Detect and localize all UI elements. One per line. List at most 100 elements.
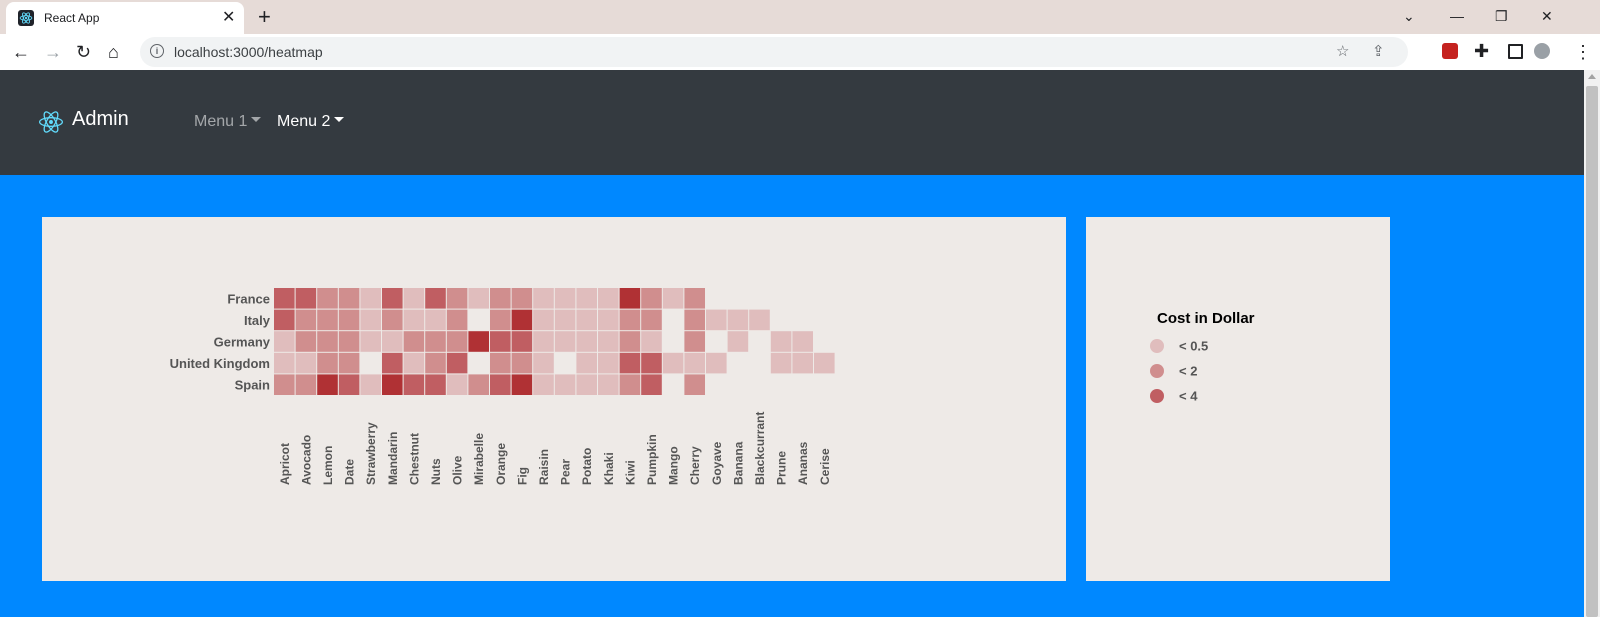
heatmap-cell[interactable] xyxy=(425,374,446,395)
heatmap-cell[interactable] xyxy=(619,352,641,374)
heatmap-cell[interactable] xyxy=(619,374,641,395)
heatmap-cell[interactable] xyxy=(338,374,360,395)
heatmap-cell[interactable] xyxy=(446,331,468,352)
heatmap-cell[interactable] xyxy=(598,288,619,309)
heatmap-cell[interactable] xyxy=(770,331,792,352)
browser-tab[interactable]: React App ✕ xyxy=(6,2,244,34)
restore-icon[interactable]: ❐ xyxy=(1495,6,1508,26)
heatmap-cell[interactable] xyxy=(490,288,511,309)
heatmap-cell[interactable] xyxy=(317,352,338,374)
heatmap-cell[interactable] xyxy=(554,374,576,395)
heatmap-cell[interactable] xyxy=(511,288,533,309)
heatmap-cell[interactable] xyxy=(792,331,813,352)
heatmap-cell[interactable] xyxy=(533,288,554,309)
heatmap-cell[interactable] xyxy=(511,331,533,352)
reload-icon[interactable]: ↻ xyxy=(76,41,91,63)
heatmap-cell[interactable] xyxy=(338,288,360,309)
heatmap-cell[interactable] xyxy=(641,288,662,309)
heatmap-cell[interactable] xyxy=(274,374,295,395)
heatmap-cell[interactable] xyxy=(382,352,403,374)
heatmap-cell[interactable] xyxy=(490,374,511,395)
side-panel-icon[interactable] xyxy=(1508,44,1523,59)
address-bar[interactable]: i localhost:3000/heatmap ⇪ ☆ xyxy=(140,37,1408,67)
heatmap-cell[interactable] xyxy=(338,309,360,331)
heatmap-cell[interactable] xyxy=(598,374,619,395)
extension-icon[interactable] xyxy=(1442,43,1458,59)
heatmap-cell[interactable] xyxy=(338,331,360,352)
heatmap-cell[interactable] xyxy=(468,288,489,309)
heatmap-cell[interactable] xyxy=(403,331,425,352)
forward-icon[interactable]: → xyxy=(44,41,62,63)
heatmap-cell[interactable] xyxy=(425,331,446,352)
heatmap-cell[interactable] xyxy=(403,309,425,331)
heatmap-cell[interactable] xyxy=(446,309,468,331)
more-menu-icon[interactable]: ⋮ xyxy=(1574,41,1592,63)
heatmap-cell[interactable] xyxy=(641,309,662,331)
heatmap-cell[interactable] xyxy=(533,352,554,374)
heatmap-cell[interactable] xyxy=(576,331,597,352)
heatmap-cell[interactable] xyxy=(619,331,641,352)
heatmap-cell[interactable] xyxy=(792,352,813,374)
heatmap-cell[interactable] xyxy=(641,352,662,374)
heatmap-cell[interactable] xyxy=(662,288,684,309)
menu-1-dropdown[interactable]: Menu 1 xyxy=(194,113,262,131)
back-icon[interactable]: ← xyxy=(12,41,30,63)
heatmap-cell[interactable] xyxy=(490,309,511,331)
heatmap-cell[interactable] xyxy=(533,309,554,331)
heatmap-cell[interactable] xyxy=(295,374,317,395)
site-info-icon[interactable]: i xyxy=(150,44,164,58)
heatmap-cell[interactable] xyxy=(295,331,317,352)
heatmap-cell[interactable] xyxy=(511,352,533,374)
heatmap-cell[interactable] xyxy=(619,288,641,309)
heatmap-cell[interactable] xyxy=(533,331,554,352)
scrollbar-thumb[interactable] xyxy=(1586,86,1598,617)
heatmap-cell[interactable] xyxy=(317,331,338,352)
heatmap-cell[interactable] xyxy=(403,288,425,309)
heatmap-cell[interactable] xyxy=(619,309,641,331)
react-logo-icon[interactable] xyxy=(38,109,64,140)
heatmap-cell[interactable] xyxy=(684,288,705,309)
heatmap-cell[interactable] xyxy=(684,352,705,374)
heatmap-cell[interactable] xyxy=(468,374,489,395)
heatmap-cell[interactable] xyxy=(446,352,468,374)
heatmap-cell[interactable] xyxy=(425,352,446,374)
heatmap-cell[interactable] xyxy=(360,331,381,352)
heatmap-cell[interactable] xyxy=(317,374,338,395)
heatmap-cell[interactable] xyxy=(382,331,403,352)
heatmap-cell[interactable] xyxy=(727,309,749,331)
heatmap-cell[interactable] xyxy=(814,352,835,374)
page-scrollbar[interactable] xyxy=(1584,70,1600,617)
heatmap-cell[interactable] xyxy=(511,309,533,331)
heatmap-cell[interactable] xyxy=(533,374,554,395)
heatmap-cell[interactable] xyxy=(727,331,749,352)
minimize-icon[interactable]: — xyxy=(1450,6,1464,26)
heatmap-cell[interactable] xyxy=(598,309,619,331)
menu-2-dropdown[interactable]: Menu 2 xyxy=(277,113,345,131)
heatmap-cell[interactable] xyxy=(684,374,705,395)
heatmap-cell[interactable] xyxy=(295,288,317,309)
heatmap-cell[interactable] xyxy=(382,374,403,395)
heatmap-cell[interactable] xyxy=(490,331,511,352)
home-icon[interactable]: ⌂ xyxy=(108,41,119,63)
heatmap-cell[interactable] xyxy=(749,309,770,331)
heatmap-cell[interactable] xyxy=(468,331,489,352)
heatmap-cell[interactable] xyxy=(403,352,425,374)
heatmap-cell[interactable] xyxy=(274,331,295,352)
heatmap-cell[interactable] xyxy=(684,309,705,331)
heatmap-cell[interactable] xyxy=(598,352,619,374)
heatmap-cell[interactable] xyxy=(490,352,511,374)
tab-search-icon[interactable]: ⌄ xyxy=(1403,6,1415,26)
heatmap-cell[interactable] xyxy=(576,374,597,395)
heatmap-cell[interactable] xyxy=(770,352,792,374)
heatmap-cell[interactable] xyxy=(554,309,576,331)
heatmap-cell[interactable] xyxy=(338,352,360,374)
heatmap-cell[interactable] xyxy=(425,309,446,331)
heatmap-cell[interactable] xyxy=(706,352,727,374)
close-window-icon[interactable]: ✕ xyxy=(1541,6,1553,26)
heatmap-cell[interactable] xyxy=(295,352,317,374)
heatmap-cell[interactable] xyxy=(598,331,619,352)
heatmap-cell[interactable] xyxy=(641,331,662,352)
close-tab-icon[interactable]: ✕ xyxy=(222,8,235,28)
heatmap-cell[interactable] xyxy=(274,288,295,309)
profile-avatar[interactable] xyxy=(1534,43,1550,59)
